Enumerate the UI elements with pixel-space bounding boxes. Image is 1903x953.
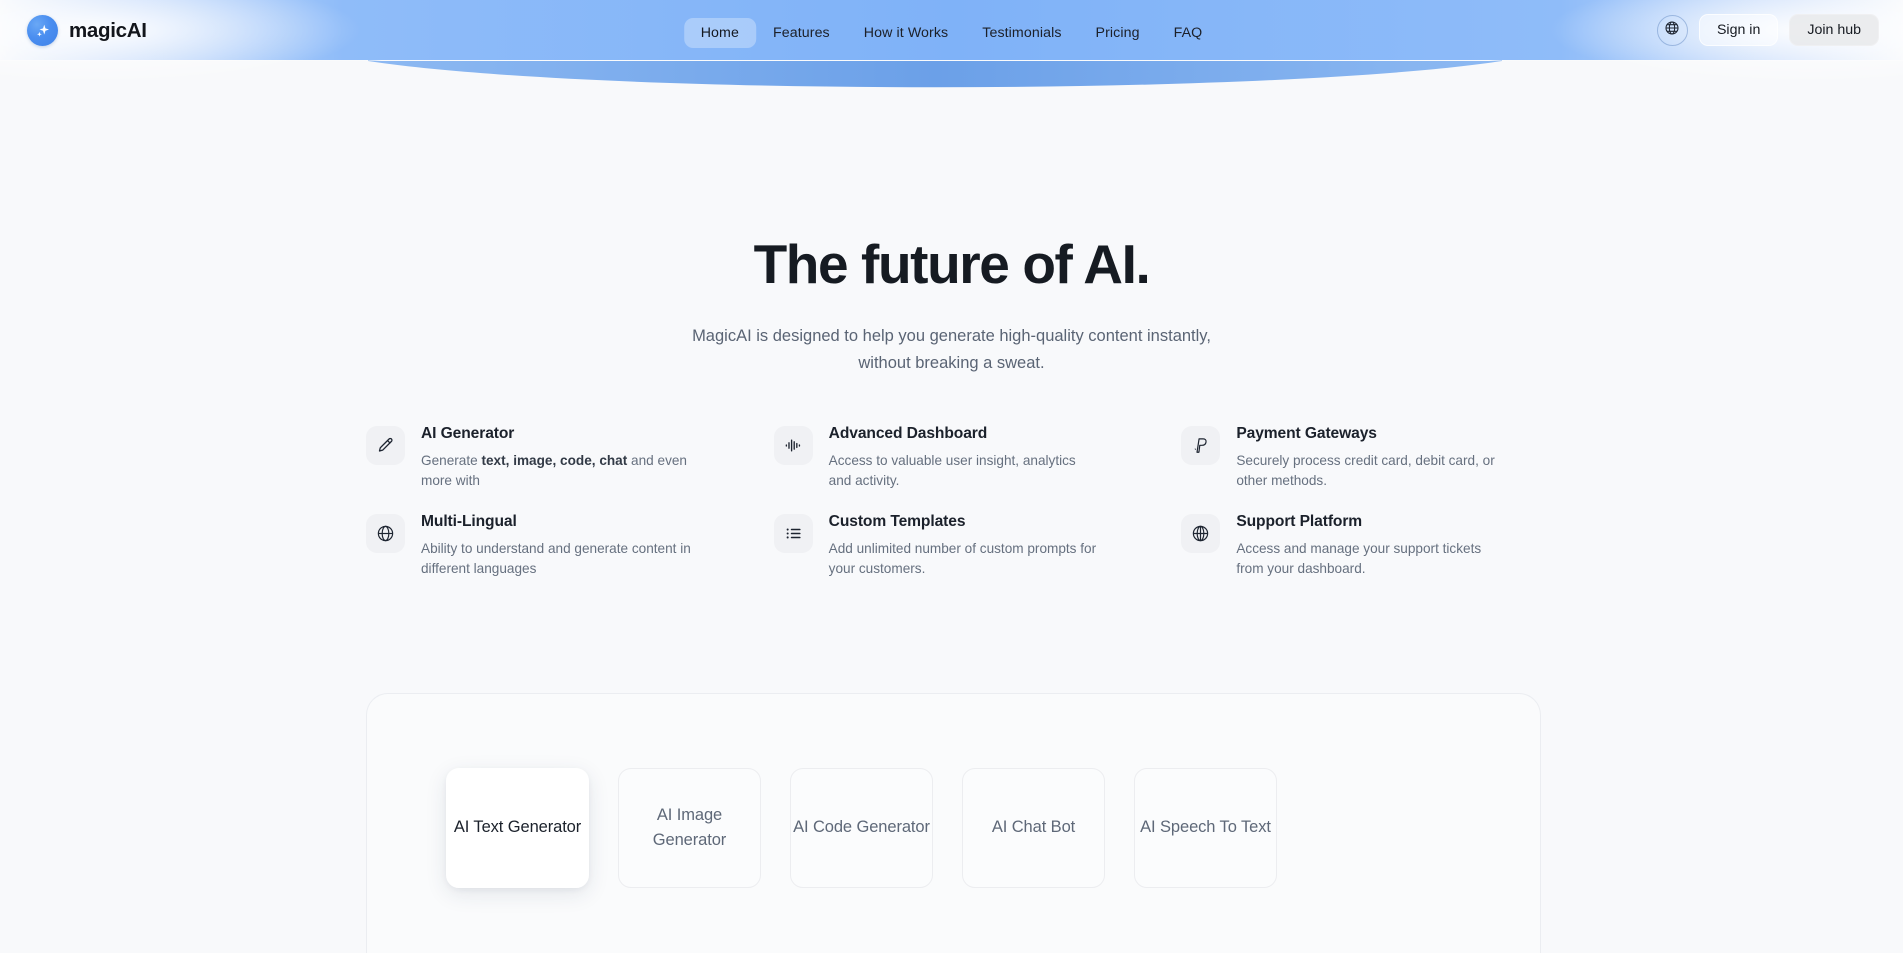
- feature-description: Access to valuable user insight, analyti…: [829, 451, 1101, 491]
- nav-item-home[interactable]: Home: [683, 18, 756, 48]
- feature-advanced-dashboard: Advanced Dashboard Access to valuable us…: [773, 424, 1134, 491]
- sparkle-icon: [27, 15, 58, 46]
- tab-ai-chat-bot[interactable]: AI Chat Bot: [962, 768, 1105, 888]
- feature-description: Generate text, image, code, chat and eve…: [421, 451, 693, 491]
- pencil-icon: [366, 426, 405, 465]
- page-title: The future of AI.: [753, 233, 1151, 295]
- tab-ai-code-generator[interactable]: AI Code Generator: [790, 768, 933, 888]
- feature-description: Ability to understand and generate conte…: [421, 539, 693, 579]
- brand-name: magicAI: [69, 18, 147, 42]
- header-actions: Sign in Join hub: [1656, 14, 1879, 46]
- feature-title: Multi-Lingual: [421, 513, 517, 531]
- nav-item-pricing[interactable]: Pricing: [1079, 18, 1157, 48]
- list-icon: [773, 514, 813, 554]
- main-nav: Home Features How it Works Testimonials …: [683, 18, 1220, 48]
- nav-item-faq[interactable]: FAQ: [1157, 18, 1220, 48]
- feature-payment-gateways: Payment Gateways Securely process credit…: [1181, 424, 1541, 491]
- tab-ai-image-generator[interactable]: AI Image Generator: [618, 768, 761, 888]
- feature-desc-pre: Access and manage your support tickets f…: [1236, 541, 1482, 577]
- feature-title: AI Generator: [421, 425, 515, 442]
- feature-title: Support Platform: [1236, 513, 1363, 531]
- paypal-icon: [1181, 426, 1221, 465]
- feature-desc-pre: Securely process credit card, debit card…: [1236, 453, 1495, 489]
- feature-grid: AI Generator Generate text, image, code,…: [366, 424, 1541, 579]
- feature-multi-lingual: Multi-Lingual Ability to understand and …: [366, 512, 726, 579]
- site-header: magicAI Home Features How it Works Testi…: [0, 0, 1903, 61]
- feature-custom-templates: Custom Templates Add unlimited number of…: [773, 512, 1134, 579]
- lifebuoy-icon: [1181, 514, 1221, 554]
- hero-subtitle: MagicAI is designed to help you generate…: [692, 327, 1211, 372]
- feature-desc-pre: Generate: [421, 453, 482, 468]
- feature-title: Advanced Dashboard: [828, 425, 988, 442]
- nav-item-features[interactable]: Features: [756, 18, 847, 48]
- brand-logo-link[interactable]: magicAI: [27, 15, 147, 46]
- globe-icon: [366, 514, 405, 554]
- feature-description: Add unlimited number of custom prompts f…: [829, 539, 1101, 579]
- feature-support-platform: Support Platform Access and manage your …: [1181, 512, 1541, 579]
- join-hub-button[interactable]: Join hub: [1789, 14, 1879, 46]
- feature-description: Access and manage your support tickets f…: [1236, 539, 1508, 579]
- feature-desc-bold: text, image, code, chat: [481, 453, 628, 468]
- feature-description: Securely process credit card, debit card…: [1236, 451, 1508, 491]
- tab-ai-text-generator[interactable]: AI Text Generator: [446, 768, 589, 888]
- sign-in-button[interactable]: Sign in: [1698, 14, 1779, 46]
- feature-desc-pre: Add unlimited number of custom prompts f…: [828, 541, 1097, 577]
- feature-desc-pre: Ability to understand and generate conte…: [421, 541, 691, 577]
- tab-ai-speech-to-text[interactable]: AI Speech To Text: [1134, 768, 1277, 888]
- generator-tabs-panel: AI Text Generator AI Image Generator AI …: [366, 693, 1541, 953]
- feature-title: Custom Templates: [828, 513, 966, 531]
- globe-icon: [1664, 20, 1680, 41]
- nav-item-testimonials[interactable]: Testimonials: [965, 18, 1078, 48]
- feature-ai-generator: AI Generator Generate text, image, code,…: [366, 424, 726, 491]
- waveform-icon: [773, 426, 813, 465]
- nav-item-how-it-works[interactable]: How it Works: [847, 18, 966, 48]
- feature-desc-pre: Access to valuable user insight, analyti…: [828, 453, 1076, 489]
- language-switcher-button[interactable]: [1656, 14, 1688, 46]
- feature-title: Payment Gateways: [1236, 425, 1377, 442]
- generator-tabs: AI Text Generator AI Image Generator AI …: [446, 768, 1277, 888]
